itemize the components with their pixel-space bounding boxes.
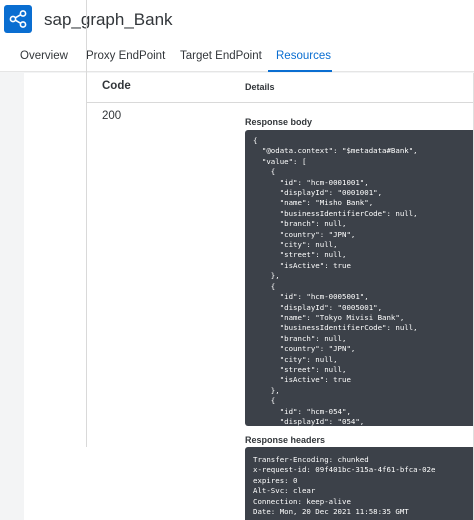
response-headers[interactable]: Transfer-Encoding: chunked x-request-id:… xyxy=(245,447,474,520)
tab-bar: Overview Proxy EndPoint Target EndPoint … xyxy=(0,46,474,72)
tab-target-endpoint[interactable]: Target EndPoint xyxy=(180,50,262,62)
header-divider xyxy=(87,102,474,103)
app-header: sap_graph_Bank Overview Proxy EndPoint T… xyxy=(0,0,474,72)
table-left-border xyxy=(86,0,87,447)
response-headers-label: Response headers xyxy=(245,435,326,445)
tab-overview[interactable]: Overview xyxy=(20,50,68,62)
page-title: sap_graph_Bank xyxy=(44,10,173,29)
details-column-header: Details xyxy=(245,82,275,92)
response-body[interactable]: { "@odata.context": "$metadata#Bank", "v… xyxy=(245,130,474,426)
response-body-label: Response body xyxy=(245,117,313,127)
active-tab-indicator xyxy=(268,70,332,72)
tab-resources[interactable]: Resources xyxy=(276,50,331,62)
left-gutter xyxy=(0,73,24,520)
share-icon[interactable] xyxy=(4,5,32,33)
tab-proxy-endpoint[interactable]: Proxy EndPoint xyxy=(86,50,165,62)
response-code: 200 xyxy=(102,110,122,122)
code-column-header: Code xyxy=(102,80,131,92)
